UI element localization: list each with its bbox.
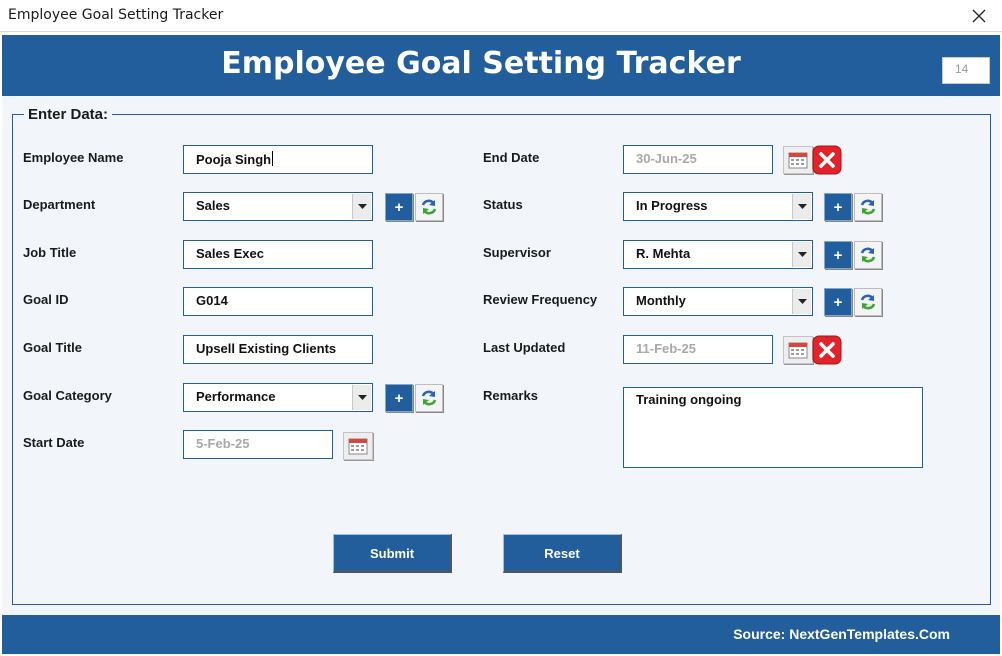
goal-id-label: Goal ID xyxy=(23,292,69,307)
department-combobox[interactable]: Sales xyxy=(183,192,373,221)
refresh-goal-category-button[interactable] xyxy=(415,384,443,412)
title-bar: Employee Goal Setting Tracker xyxy=(0,0,1002,32)
refresh-department-button[interactable] xyxy=(415,193,443,221)
last-updated-calendar-button[interactable] xyxy=(783,336,813,364)
remarks-textarea[interactable]: Training ongoing xyxy=(623,387,923,468)
start-date-input[interactable]: 5-Feb-25 xyxy=(183,430,333,459)
refresh-icon xyxy=(421,390,437,406)
chevron-down-icon[interactable] xyxy=(792,289,811,314)
chevron-down-icon[interactable] xyxy=(352,194,371,219)
reset-button[interactable]: Reset xyxy=(503,534,622,573)
clear-red-x-icon xyxy=(812,145,842,175)
window-title: Employee Goal Setting Tracker xyxy=(8,7,224,23)
goal-id-input[interactable]: G014 xyxy=(183,287,373,316)
start-date-label: Start Date xyxy=(23,435,85,450)
goal-category-value: Performance xyxy=(196,389,276,404)
supervisor-combobox[interactable]: R. Mehta xyxy=(623,240,813,269)
close-icon[interactable] xyxy=(956,0,1002,32)
end-date-calendar-button[interactable] xyxy=(783,146,813,174)
add-review-frequency-button[interactable]: + xyxy=(824,288,852,316)
calendar-icon xyxy=(788,152,808,169)
end-date-label: End Date xyxy=(483,150,540,165)
status-value: In Progress xyxy=(636,198,708,213)
refresh-status-button[interactable] xyxy=(854,193,882,221)
add-department-button[interactable]: + xyxy=(385,193,413,221)
employee-name-value: Pooja Singh xyxy=(196,152,272,167)
goal-title-label: Goal Title xyxy=(23,340,82,355)
status-combobox[interactable]: In Progress xyxy=(623,192,813,221)
record-count-field: 14 xyxy=(942,57,990,84)
app-window: Employee Goal Setting Tracker Employee G… xyxy=(0,0,1002,656)
header-banner: Employee Goal Setting Tracker 14 xyxy=(2,35,1000,96)
goal-category-combobox[interactable]: Performance xyxy=(183,383,373,412)
form-body: Employee Goal Setting Tracker 14 Enter D… xyxy=(2,35,1000,655)
calendar-icon xyxy=(788,342,808,359)
goal-title-input[interactable]: Upsell Existing Clients xyxy=(183,335,373,364)
department-label: Department xyxy=(23,197,96,212)
chevron-down-icon[interactable] xyxy=(352,385,371,410)
submit-button[interactable]: Submit xyxy=(333,534,452,573)
department-value: Sales xyxy=(196,198,230,213)
goal-category-label: Goal Category xyxy=(23,388,112,403)
last-updated-input[interactable]: 11-Feb-25 xyxy=(623,335,773,364)
clear-last-updated-button[interactable] xyxy=(812,335,842,365)
employee-name-label: Employee Name xyxy=(23,150,124,165)
source-credit: Source: NextGenTemplates.Com xyxy=(733,626,950,642)
chevron-down-icon[interactable] xyxy=(792,242,811,267)
end-date-input[interactable]: 30-Jun-25 xyxy=(623,145,773,174)
calendar-icon xyxy=(348,438,368,455)
review-frequency-value: Monthly xyxy=(636,293,686,308)
refresh-icon xyxy=(421,199,437,215)
refresh-icon xyxy=(860,247,876,263)
clear-end-date-button[interactable] xyxy=(812,145,842,175)
refresh-review-frequency-button[interactable] xyxy=(854,288,882,316)
enter-data-group xyxy=(12,114,991,605)
supervisor-label: Supervisor xyxy=(483,245,551,260)
status-label: Status xyxy=(483,197,523,212)
clear-red-x-icon xyxy=(812,335,842,365)
review-frequency-combobox[interactable]: Monthly xyxy=(623,287,813,316)
start-date-calendar-button[interactable] xyxy=(343,432,373,460)
text-cursor xyxy=(272,151,274,166)
refresh-icon xyxy=(860,199,876,215)
last-updated-label: Last Updated xyxy=(483,340,566,355)
employee-name-input[interactable]: Pooja Singh xyxy=(183,145,373,174)
footer-bar: Source: NextGenTemplates.Com xyxy=(2,615,1000,654)
remarks-label: Remarks xyxy=(483,388,538,403)
review-frequency-label: Review Frequency xyxy=(483,292,598,307)
enter-data-legend: Enter Data: xyxy=(24,106,113,123)
job-title-label: Job Title xyxy=(23,245,77,260)
job-title-input[interactable]: Sales Exec xyxy=(183,240,373,269)
add-goal-category-button[interactable]: + xyxy=(385,384,413,412)
refresh-icon xyxy=(860,294,876,310)
refresh-supervisor-button[interactable] xyxy=(854,241,882,269)
add-supervisor-button[interactable]: + xyxy=(824,241,852,269)
supervisor-value: R. Mehta xyxy=(636,246,691,261)
chevron-down-icon[interactable] xyxy=(792,194,811,219)
add-status-button[interactable]: + xyxy=(824,193,852,221)
page-title: Employee Goal Setting Tracker xyxy=(221,46,741,81)
